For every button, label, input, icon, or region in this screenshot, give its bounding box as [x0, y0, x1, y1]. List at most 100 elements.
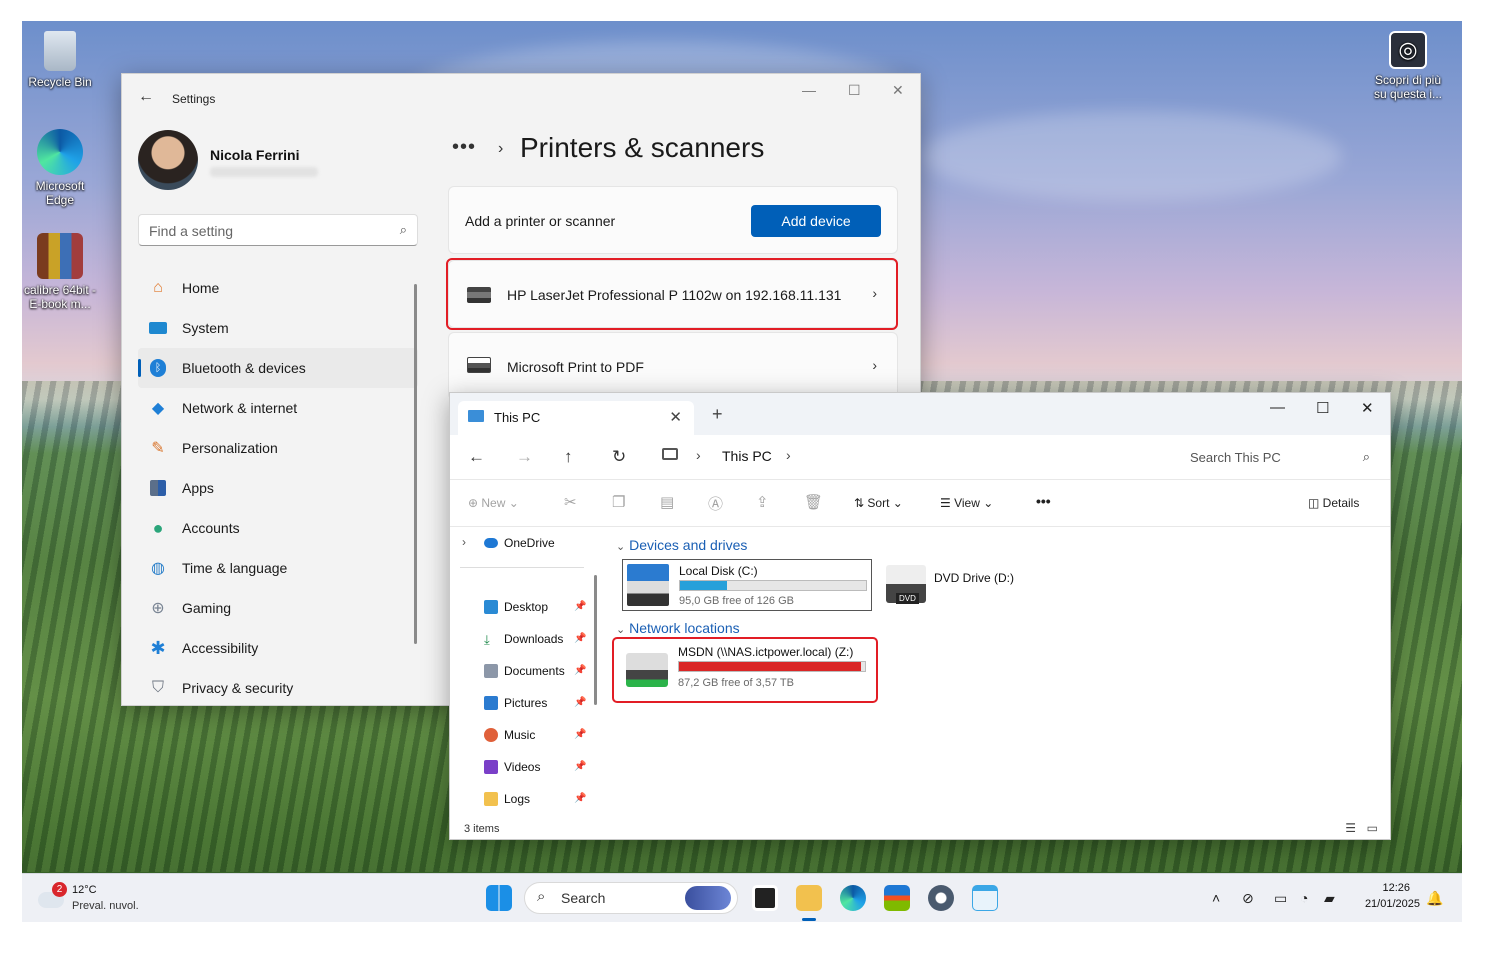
chevron-right-icon: › [498, 140, 504, 157]
nav-item-accessibility[interactable]: ✱ Accessibility [138, 628, 418, 668]
rename-icon[interactable]: Ⓐ [708, 493, 723, 514]
maximize-button[interactable]: ☐ [1316, 399, 1329, 417]
group-devices-drives[interactable]: ⌄ Devices and drives [616, 537, 747, 553]
new-button[interactable]: ⊕ New ⌄ [468, 496, 519, 510]
weather-widget[interactable]: 2 12°C Preval. nuvol. [38, 882, 188, 916]
sidebar-item-logs[interactable]: Logs [484, 789, 530, 809]
tiles-view-icon[interactable]: ▭ [1367, 821, 1378, 835]
sidebar-item-onedrive[interactable]: OneDrive [484, 533, 555, 553]
highlight-network-drive [612, 637, 878, 703]
printer-name: Microsoft Print to PDF [507, 359, 644, 375]
display-icon[interactable]: ▭ [1274, 890, 1287, 907]
desktop-icon-recycle-bin[interactable]: Recycle Bin [22, 31, 98, 89]
search-icon: ⌕ [1362, 449, 1370, 464]
sidebar-label: Music [504, 728, 536, 742]
drive-usage-bar [679, 580, 867, 591]
new-tab-button[interactable]: + [712, 404, 723, 425]
address-segment[interactable]: This PC [722, 448, 772, 464]
copy-icon[interactable]: ❐ [612, 493, 625, 511]
delete-icon[interactable]: 🗑 [804, 493, 823, 511]
add-printer-label: Add a printer or scanner [465, 213, 616, 229]
music-icon [484, 728, 498, 742]
sidebar-item-documents[interactable]: Documents [484, 661, 565, 681]
drive-local-c[interactable]: Local Disk (C:) 95,0 GB free of 126 GB [622, 559, 872, 611]
taskbar-search[interactable]: ⌕ Search [524, 882, 738, 914]
search-input[interactable]: Search This PC ⌕ [1170, 443, 1376, 471]
sidebar-item-desktop[interactable]: Desktop [484, 597, 548, 617]
notification-bell-icon[interactable]: 🔔 [1426, 890, 1443, 907]
nav-item-system[interactable]: System [138, 308, 418, 348]
network-offline-icon[interactable]: ⊘ [1242, 890, 1254, 907]
file-explorer-icon[interactable] [796, 885, 822, 911]
paste-icon[interactable]: ▤ [660, 493, 674, 511]
desktop-icon-calibre[interactable]: calibre 64bit - E-book m... [22, 233, 98, 311]
nav-item-apps[interactable]: Apps [138, 468, 418, 508]
nav-item-bluetooth[interactable]: ᛒ Bluetooth & devices [138, 348, 418, 388]
maximize-button[interactable]: ☐ [848, 82, 861, 99]
clock-date[interactable]: 21/01/2025 [1356, 898, 1420, 910]
sidebar-item-pictures[interactable]: Pictures [484, 693, 547, 713]
store-icon[interactable] [884, 885, 910, 911]
desktop-icon-edge[interactable]: Microsoft Edge [22, 129, 98, 207]
sidebar-scrollbar[interactable] [594, 575, 597, 705]
nav-item-network[interactable]: ◆ Network & internet [138, 388, 418, 428]
accessibility-icon: ✱ [150, 637, 166, 658]
nav-scrollbar[interactable] [414, 284, 417, 644]
sidebar-label: Logs [504, 792, 531, 806]
printer-icon [467, 357, 491, 373]
drive-free-space: 95,0 GB free of 126 GB [679, 595, 794, 607]
breadcrumb-more-button[interactable]: ••• [452, 136, 476, 159]
status-icon[interactable]: ◔ [1300, 890, 1308, 906]
back-arrow-icon[interactable]: ← [468, 447, 485, 467]
avatar[interactable] [138, 130, 198, 190]
close-tab-icon[interactable]: ✕ [669, 408, 682, 426]
find-setting-input[interactable]: Find a setting ⌕ [138, 214, 418, 246]
add-device-button[interactable]: Add device [751, 205, 881, 237]
tab-this-pc[interactable]: This PC ✕ [458, 401, 694, 435]
forward-arrow-icon[interactable]: → [516, 447, 533, 467]
refresh-icon[interactable]: ↻ [612, 447, 626, 467]
close-button[interactable]: ✕ [1361, 399, 1374, 417]
sidebar-item-downloads[interactable]: ⤓ Downloads [484, 629, 563, 649]
up-arrow-icon[interactable]: ↑ [564, 447, 573, 467]
chevron-right-icon[interactable]: › [462, 535, 466, 549]
nav-item-home[interactable]: ⌂ Home [138, 268, 418, 308]
share-icon[interactable]: ⇪ [756, 493, 769, 511]
user-email-redacted [210, 167, 318, 177]
desktop-icon-promo[interactable]: ◎ Scopri di più su questa i... [1370, 31, 1446, 101]
printer-row-pdf[interactable]: Microsoft Print to PDF › [448, 332, 898, 400]
pin-icon: 📌 [574, 665, 587, 676]
clock-time[interactable]: 12:26 [1356, 882, 1410, 894]
nav-item-time-language[interactable]: ◍ Time & language [138, 548, 418, 588]
details-button[interactable]: ◫ Details [1308, 496, 1359, 510]
more-button[interactable]: ••• [1036, 493, 1051, 509]
details-view-icon[interactable]: ☰ [1345, 821, 1356, 835]
address-bar[interactable]: › This PC › [650, 443, 1160, 471]
back-arrow-icon[interactable]: ← [138, 88, 154, 106]
nav-item-personalization[interactable]: ✎ Personalization [138, 428, 418, 468]
nav-item-privacy[interactable]: ⛉ Privacy & security [138, 668, 418, 708]
status-item-count: 3 items [464, 823, 500, 835]
sidebar-item-videos[interactable]: Videos [484, 757, 540, 777]
battery-icon[interactable]: ▰ [1324, 890, 1335, 907]
cut-icon[interactable]: ✂ [564, 493, 577, 511]
command-bar: ⊕ New ⌄ ✂ ❐ ▤ Ⓐ ⇪ 🗑 ⇅ Sort ⌄ ☰ View ⌄ ••… [450, 479, 1390, 527]
sidebar-item-music[interactable]: Music [484, 725, 535, 745]
close-button[interactable]: ✕ [892, 82, 904, 99]
minimize-button[interactable]: — [802, 82, 816, 98]
nav-item-accounts[interactable]: ● Accounts [138, 508, 418, 548]
start-icon[interactable] [486, 885, 512, 911]
nav-label: Apps [182, 480, 214, 496]
group-network-locations[interactable]: ⌄ Network locations [616, 620, 740, 636]
edge-icon[interactable] [840, 885, 866, 911]
drive-dvd-d[interactable]: DVD DVD Drive (D:) [882, 559, 1042, 611]
nav-item-gaming[interactable]: ⊕ Gaming [138, 588, 418, 628]
notepad-icon[interactable] [972, 885, 998, 911]
minimize-button[interactable]: — [1270, 399, 1285, 416]
settings-gear-icon[interactable] [928, 885, 954, 911]
pin-icon: 📌 [574, 793, 587, 804]
sort-button[interactable]: ⇅ Sort ⌄ [854, 496, 903, 510]
task-view-icon[interactable] [752, 885, 778, 911]
view-button[interactable]: ☰ View ⌄ [940, 496, 993, 510]
chevron-up-icon[interactable]: ˄ [1212, 890, 1220, 906]
